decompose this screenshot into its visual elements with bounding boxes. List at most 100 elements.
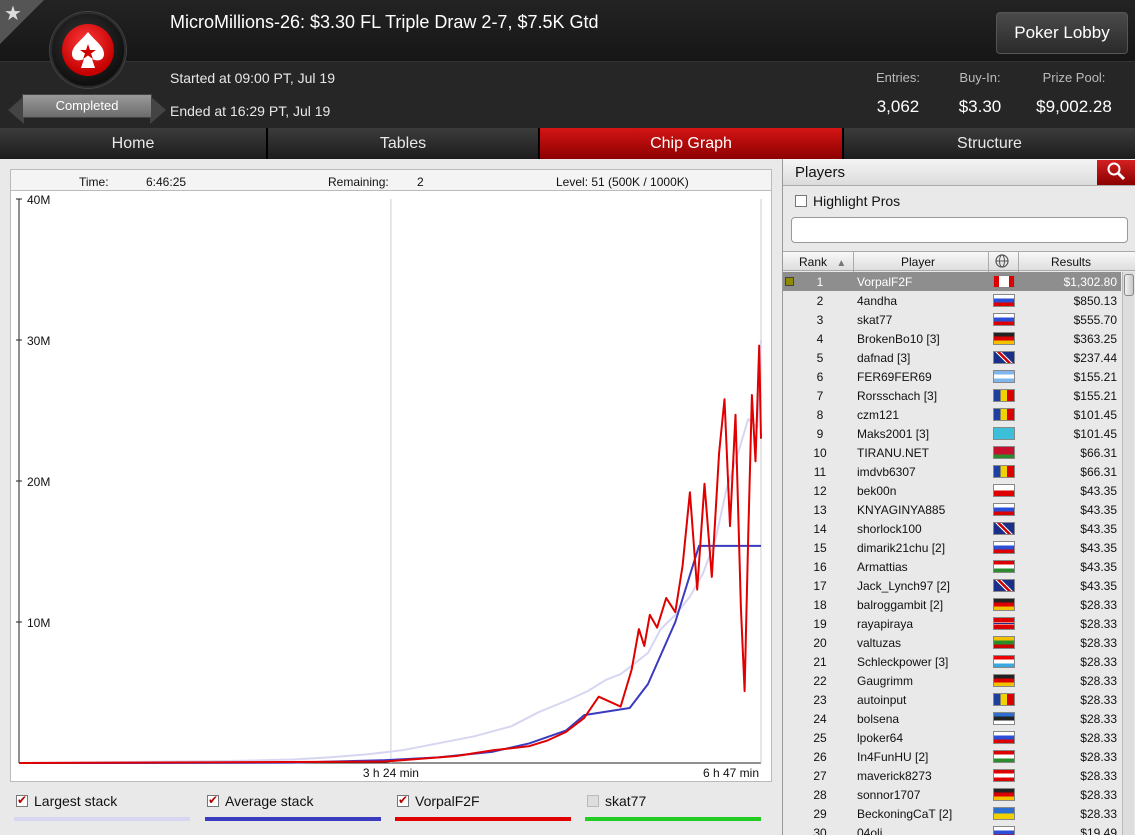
vorpalf2f-swatch — [395, 817, 571, 821]
vorpalf2f-series-line — [18, 344, 762, 764]
germany-flag-icon — [993, 674, 1015, 687]
austria-flag-icon — [993, 769, 1015, 782]
player-row[interactable]: 23 autoinput $28.33 — [783, 690, 1121, 709]
players-title: Players — [795, 164, 846, 181]
player-row[interactable]: 20 valtuzas $28.33 — [783, 633, 1121, 652]
start-time: Started at 09:00 PT, Jul 19 — [170, 70, 335, 86]
player-rank: 26 — [813, 750, 827, 764]
player-result: $850.13 — [1073, 294, 1117, 308]
player-row[interactable]: 11 imdvb6307 $66.31 — [783, 462, 1121, 481]
player-row[interactable]: 22 Gaugrimm $28.33 — [783, 671, 1121, 690]
highlight-pros-toggle[interactable]: Highlight Pros — [795, 193, 900, 209]
player-name: Armattias — [857, 560, 908, 574]
player-row[interactable]: 27 maverick8273 $28.33 — [783, 766, 1121, 785]
player-row[interactable]: 24 bolsena $28.33 — [783, 709, 1121, 728]
player-result: $28.33 — [1080, 769, 1117, 783]
player-row[interactable]: 21 Schleckpower [3] $28.33 — [783, 652, 1121, 671]
player-row[interactable]: 14 shorlock100 $43.35 — [783, 519, 1121, 538]
tab-structure[interactable]: Structure — [844, 128, 1135, 159]
legend-skat77[interactable]: skat77 — [587, 793, 646, 809]
tab-tables[interactable]: Tables — [268, 128, 540, 159]
player-row[interactable]: 19 rayapiraya $28.33 — [783, 614, 1121, 633]
player-row[interactable]: 3 skat77 $555.70 — [783, 310, 1121, 329]
average-stack-series-line — [18, 544, 761, 764]
player-rank: 13 — [813, 503, 827, 517]
chip-graph-chart: 10M 20M 30M 40M 3 h 24 min 6 h 47 min — [16, 193, 762, 780]
player-row[interactable]: 28 sonnor1707 $28.33 — [783, 785, 1121, 804]
russia-flag-icon — [993, 541, 1015, 554]
player-column-header[interactable]: Player — [901, 255, 935, 269]
player-name: Schleckpower [3] — [857, 655, 949, 669]
player-row[interactable]: 29 BeckoningCaT [2] $28.33 — [783, 804, 1121, 823]
player-rank: 9 — [816, 427, 824, 441]
player-row[interactable]: 10 TIRANU.NET $66.31 — [783, 443, 1121, 462]
level-text: Level: 51 (500K / 1000K) — [556, 175, 689, 189]
russia-flag-icon — [993, 313, 1015, 326]
globe-icon[interactable] — [995, 254, 1009, 271]
ukraine-flag-icon — [993, 807, 1015, 820]
player-result: $28.33 — [1080, 750, 1117, 764]
largest-stack-checkbox[interactable] — [16, 793, 28, 807]
poker-lobby-button[interactable]: Poker Lobby — [996, 12, 1128, 54]
tournament-header: ★ Completed MicroMillions-26: $3.30 FL T… — [0, 0, 1135, 128]
player-filter-input[interactable] — [791, 217, 1128, 243]
vorpalf2f-checkbox[interactable] — [397, 793, 409, 807]
player-row[interactable]: 26 In4FunHU [2] $28.33 — [783, 747, 1121, 766]
average-stack-checkbox[interactable] — [207, 793, 219, 807]
results-column-header[interactable]: Results — [1051, 255, 1091, 269]
largest-stack-swatch — [14, 817, 190, 821]
tab-home[interactable]: Home — [0, 128, 268, 159]
player-rank: 2 — [816, 294, 824, 308]
chip-graph-panel: Time: 6:46:25 Remaining: 2 Level: 51 (50… — [0, 159, 782, 835]
player-name: bek00n — [857, 484, 897, 498]
player-name: rayapiraya — [857, 617, 914, 631]
player-name: balroggambit [2] — [857, 598, 944, 612]
player-row[interactable]: 5 dafnad [3] $237.44 — [783, 348, 1121, 367]
player-row[interactable]: 18 balroggambit [2] $28.33 — [783, 595, 1121, 614]
player-row[interactable]: 7 Rorsschach [3] $155.21 — [783, 386, 1121, 405]
player-row[interactable]: 16 Armattias $43.35 — [783, 557, 1121, 576]
player-name: autoinput — [857, 693, 907, 707]
rank-column-header[interactable]: Rank ▲ — [799, 255, 846, 269]
player-row[interactable]: 4 BrokenBo10 [3] $363.25 — [783, 329, 1121, 348]
player-row[interactable]: 17 Jack_Lynch97 [2] $43.35 — [783, 576, 1121, 595]
player-row[interactable]: 13 KNYAGINYA885 $43.35 — [783, 500, 1121, 519]
player-result: $28.33 — [1080, 693, 1117, 707]
player-name: valtuzas — [857, 636, 902, 650]
highlight-pros-checkbox[interactable] — [795, 195, 807, 207]
player-row[interactable]: 25 lpoker64 $28.33 — [783, 728, 1121, 747]
prize-pool-stat: Prize Pool: $9,002.28 — [1032, 70, 1116, 117]
legend-vorpalf2f[interactable]: VorpalF2F — [397, 793, 480, 809]
player-row[interactable]: 30 04oli $19.49 — [783, 823, 1121, 835]
search-players-button[interactable] — [1097, 160, 1135, 185]
legend-largest-stack[interactable]: Largest stack — [16, 793, 117, 809]
x-tick-label: 3 h 24 min — [363, 766, 419, 780]
player-row[interactable]: 1 VorpalF2F $1,302.80 — [783, 272, 1121, 291]
player-rank: 29 — [813, 807, 827, 821]
player-name: lpoker64 — [857, 731, 904, 745]
uk-flag-icon — [993, 522, 1015, 535]
average-stack-swatch — [205, 817, 381, 821]
hungary-flag-icon — [993, 750, 1015, 763]
player-name: FER69FER69 — [857, 370, 932, 384]
russia-flag-icon — [993, 294, 1015, 307]
lithuania-flag-icon — [993, 636, 1015, 649]
player-row[interactable]: 15 dimarik21chu [2] $43.35 — [783, 538, 1121, 557]
player-result: $101.45 — [1073, 427, 1117, 441]
status-badge: Completed — [22, 94, 152, 118]
player-row[interactable]: 8 czm121 $101.45 — [783, 405, 1121, 424]
player-rank: 4 — [816, 332, 824, 346]
player-row[interactable]: 6 FER69FER69 $155.21 — [783, 367, 1121, 386]
legend-average-stack[interactable]: Average stack — [207, 793, 313, 809]
tab-chip-graph[interactable]: Chip Graph — [540, 128, 844, 159]
players-scrollbar[interactable] — [1122, 272, 1134, 835]
entries-label: Entries: — [875, 70, 921, 85]
player-row[interactable]: 12 bek00n $43.35 — [783, 481, 1121, 500]
player-row[interactable]: 9 Maks2001 [3] $101.45 — [783, 424, 1121, 443]
player-rank: 10 — [813, 446, 827, 460]
star-icon[interactable]: ★ — [4, 4, 22, 24]
skat77-checkbox[interactable] — [587, 795, 599, 807]
scrollbar-thumb[interactable] — [1124, 274, 1134, 296]
player-row[interactable]: 2 4andha $850.13 — [783, 291, 1121, 310]
player-name: TIRANU.NET — [857, 446, 929, 460]
